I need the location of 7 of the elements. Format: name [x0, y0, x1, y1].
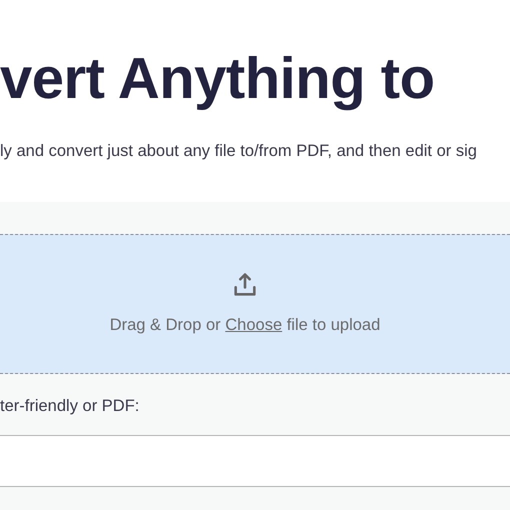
- upload-instructions: Drag & Drop or Choose file to upload: [110, 314, 380, 336]
- choose-file-link[interactable]: Choose: [225, 316, 282, 334]
- page-subtitle: ly and convert just about any file to/from PDF, and then edit or sig: [0, 141, 477, 162]
- field-label: ter-friendly or PDF:: [0, 396, 140, 417]
- dropzone[interactable]: Drag & Drop or Choose file to upload: [0, 234, 510, 374]
- page-title: vert Anything to: [0, 46, 435, 112]
- input-field[interactable]: [0, 434, 510, 487]
